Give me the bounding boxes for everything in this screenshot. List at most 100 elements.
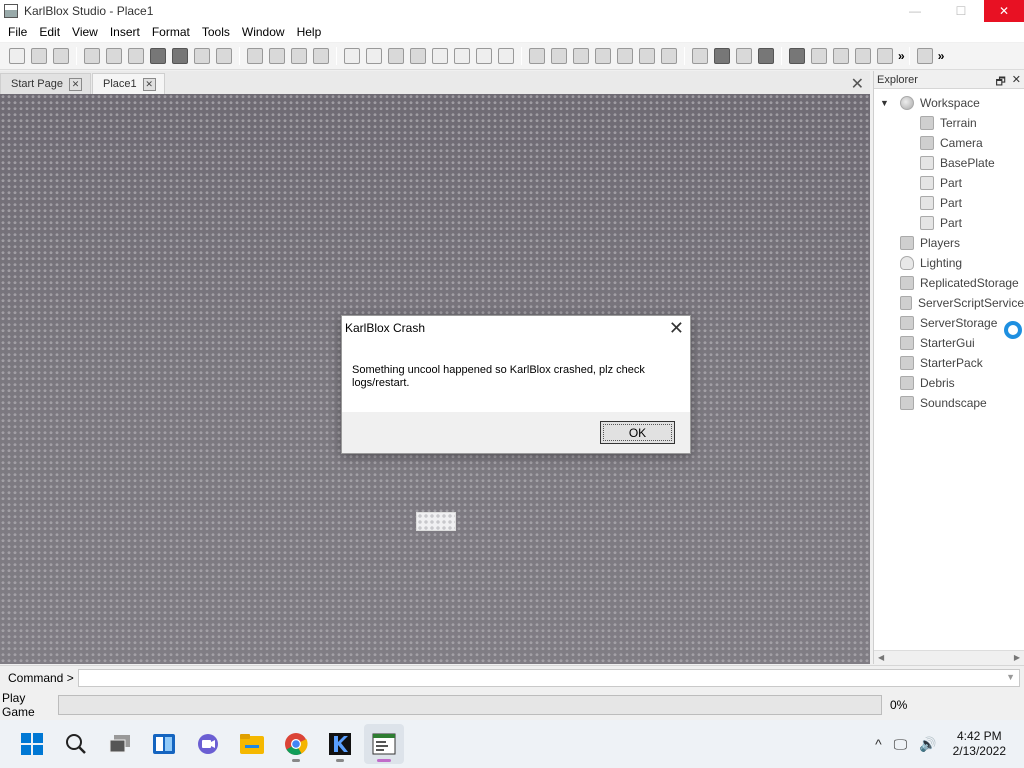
run-icon[interactable] [714,48,730,64]
volume-icon[interactable]: 🔊 [919,736,936,753]
resize-icon[interactable] [833,48,849,64]
tree-item-camera[interactable]: Camera [874,133,1024,153]
select-arrow-icon[interactable] [789,48,805,64]
maximize-button[interactable]: ☐ [938,0,984,22]
tree-item-lighting[interactable]: Lighting [874,253,1024,273]
karlblox-studio-button[interactable] [364,724,404,764]
rotate-step-icon[interactable] [877,48,893,64]
align-icon[interactable] [498,48,514,64]
part-block[interactable] [416,512,456,531]
tree-item-baseplate[interactable]: BasePlate [874,153,1024,173]
tab-start-page[interactable]: Start Page ✕ [0,73,91,94]
chat-button[interactable] [188,724,228,764]
output-icon[interactable] [366,48,382,64]
tree-item-part[interactable]: Part [874,213,1024,233]
tree-item-server-storage[interactable]: ServerStorage [874,313,1024,333]
scroll-left-icon[interactable]: ◀ [878,653,884,662]
move-icon[interactable] [811,48,827,64]
file-explorer-button[interactable] [232,724,272,764]
group-icon[interactable] [194,48,210,64]
command-input[interactable]: ▼ [78,668,1020,687]
tree-item-terrain[interactable]: Terrain [874,113,1024,133]
tree-item-soundscape[interactable]: Soundscape [874,393,1024,413]
chevron-down-icon[interactable]: ▼ [1006,672,1015,682]
camera-zoom-in-icon[interactable] [617,48,633,64]
toolbox-icon[interactable] [388,48,404,64]
minimize-button[interactable]: — [892,0,938,22]
rotate-icon[interactable] [247,48,263,64]
camera-left-icon[interactable] [573,48,589,64]
move-down-icon[interactable] [313,48,329,64]
close-tab-icon[interactable]: ✕ [142,77,156,91]
new-file-icon[interactable] [9,48,25,64]
tree-item-workspace[interactable]: ▼ Workspace [874,93,1024,113]
folder-icon [240,734,264,754]
network-icon[interactable]: 🖵 [894,736,908,753]
pause-icon[interactable] [736,48,752,64]
start-button[interactable] [12,724,52,764]
toolbar-overflow-icon[interactable]: » [898,49,905,63]
tree-item-part[interactable]: Part [874,193,1024,213]
clock[interactable]: 4:42 PM 2/13/2022 [953,729,1006,759]
tree-item-server-script-service[interactable]: ServerScriptService [874,293,1024,313]
camera-right-icon[interactable] [595,48,611,64]
karlblox-launcher-button[interactable] [320,724,360,764]
tree-item-starter-gui[interactable]: StarterGui [874,333,1024,353]
menu-file[interactable]: File [2,22,33,42]
camera-zoom-out-icon[interactable] [639,48,655,64]
zoom-extents-icon[interactable] [661,48,677,64]
move-up-icon[interactable] [291,48,307,64]
title-bar: KarlBlox Studio - Place1 — ☐ ✕ [0,0,1024,22]
chrome-button[interactable] [276,724,316,764]
search-button[interactable] [56,724,96,764]
grid-icon[interactable] [476,48,492,64]
save-icon[interactable] [53,48,69,64]
publish-icon[interactable] [916,48,933,64]
properties-icon[interactable] [344,48,360,64]
open-folder-icon[interactable] [31,48,47,64]
redo-icon[interactable] [172,48,188,64]
tree-item-label: ServerStorage [920,316,998,330]
tree-item-players[interactable]: Players [874,233,1024,253]
explorer-horizontal-scrollbar[interactable]: ◀ ▶ [874,650,1024,664]
menu-tools[interactable]: Tools [196,22,236,42]
tree-icon[interactable] [454,48,470,64]
tree-item-debris[interactable]: Debris [874,373,1024,393]
tab-place1[interactable]: Place1 ✕ [91,73,165,94]
hierarchy-icon[interactable] [432,48,448,64]
scroll-right-icon[interactable]: ▶ [1014,653,1020,662]
menu-window[interactable]: Window [236,22,291,42]
undo-icon[interactable] [150,48,166,64]
lighting-icon [900,256,914,270]
tilt-icon[interactable] [269,48,285,64]
tree-item-starter-pack[interactable]: StarterPack [874,353,1024,373]
menu-help[interactable]: Help [291,22,328,42]
toolbar-overflow-icon-2[interactable]: » [938,49,945,63]
close-tab-icon[interactable]: ✕ [68,77,82,91]
chevron-down-icon[interactable]: ▼ [880,98,892,108]
task-view-button[interactable] [100,724,140,764]
camera-tilt-icon[interactable] [551,48,567,64]
rotate-tool-icon[interactable] [855,48,871,64]
close-document-icon[interactable]: ✕ [851,74,864,94]
show-hidden-icons-icon[interactable]: ^ [875,736,882,752]
menu-format[interactable]: Format [146,22,196,42]
widgets-button[interactable] [144,724,184,764]
play-solo-icon[interactable] [692,48,708,64]
menu-insert[interactable]: Insert [104,22,146,42]
storage-icon [900,316,914,330]
tree-item-replicated-storage[interactable]: ReplicatedStorage [874,273,1024,293]
reset-icon[interactable] [758,48,774,64]
dialog-close-icon[interactable]: ✕ [669,317,684,339]
menu-edit[interactable]: Edit [33,22,66,42]
camera-pan-icon[interactable] [529,48,545,64]
ok-button[interactable]: OK [600,421,675,444]
tree-item-part[interactable]: Part [874,173,1024,193]
menu-view[interactable]: View [66,22,104,42]
paste-icon[interactable] [128,48,144,64]
cut-icon[interactable] [84,48,100,64]
close-button[interactable]: ✕ [984,0,1024,22]
ungroup-icon[interactable] [216,48,232,64]
script-icon[interactable] [410,48,426,64]
copy-icon[interactable] [106,48,122,64]
